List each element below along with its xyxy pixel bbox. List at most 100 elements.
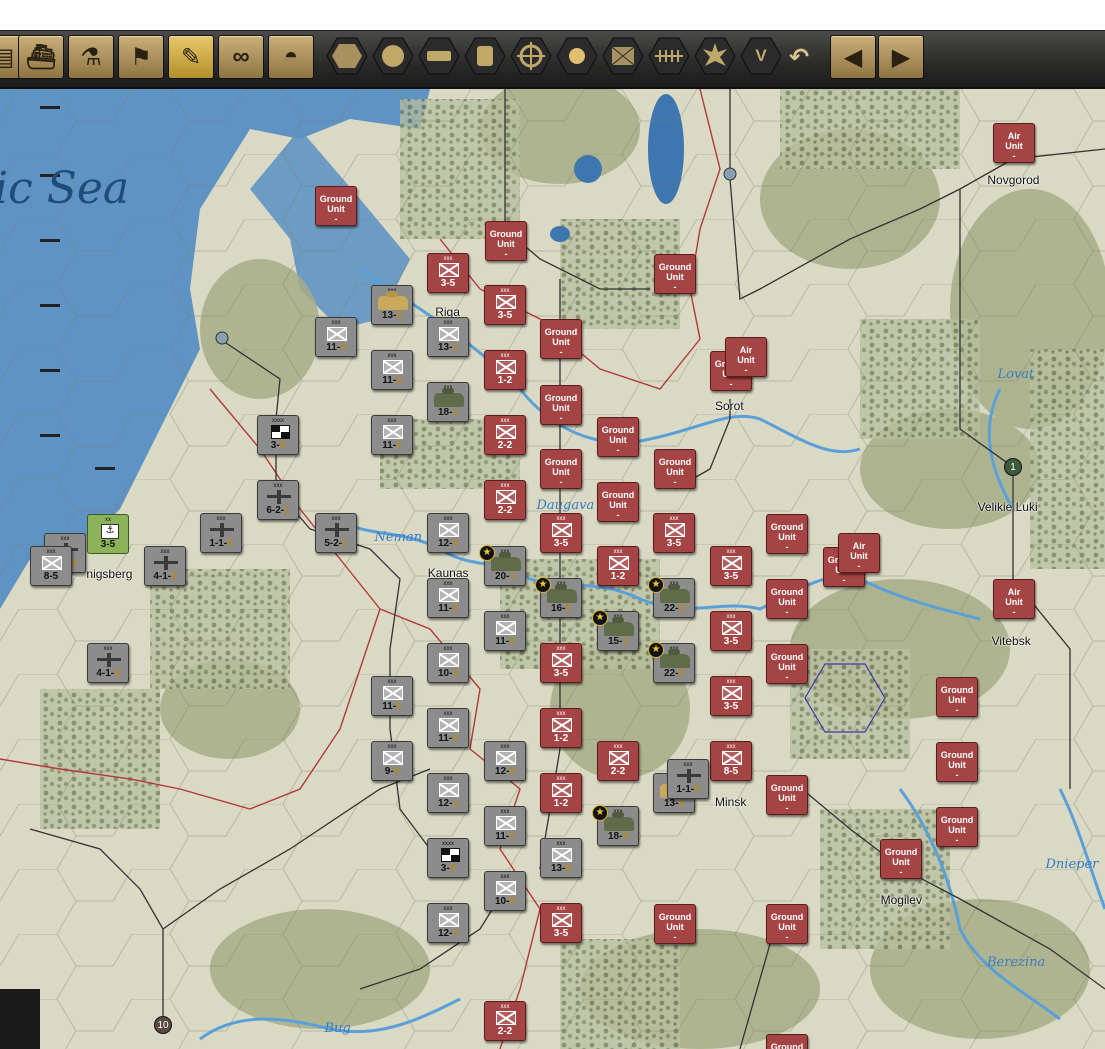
honeycomb-icon[interactable]: [372, 36, 414, 76]
german-unit-counter[interactable]: xxx13-0: [371, 285, 413, 325]
german-unit-counter[interactable]: xxx 12-1: [427, 773, 469, 813]
soviet-infantry-counter[interactable]: xxx 1-2: [597, 546, 639, 586]
ground-unit-counter[interactable]: GroundUnit-: [766, 644, 808, 684]
soviet-infantry-counter[interactable]: xxx 1-2: [540, 708, 582, 748]
soviet-infantry-counter[interactable]: xxx 2-2: [484, 415, 526, 455]
soviet-infantry-counter[interactable]: xxx 3-5: [484, 285, 526, 325]
ground-unit-counter[interactable]: GroundUnit-: [315, 186, 357, 226]
german-unit-counter[interactable]: xxx 12-0: [484, 741, 526, 781]
railway-icon[interactable]: [648, 36, 690, 76]
german-unit-counter[interactable]: xxx 11-1: [371, 676, 413, 716]
soviet-infantry-counter[interactable]: xxx 2-2: [484, 480, 526, 520]
arrow-left-icon[interactable]: ◀: [830, 35, 876, 79]
german-unit-counter[interactable]: xxx15-1★: [592, 610, 639, 651]
soviet-infantry-counter[interactable]: xxx 1-2: [484, 350, 526, 390]
ground-unit-counter[interactable]: GroundUnit-: [766, 1034, 808, 1049]
soviet-infantry-counter[interactable]: xxx 1-2: [540, 773, 582, 813]
ground-unit-counter[interactable]: GroundUnit-: [766, 775, 808, 815]
ground-unit-counter[interactable]: GroundUnit-: [597, 482, 639, 522]
german-unit-counter[interactable]: xxx13-0: [540, 838, 582, 878]
ground-unit-counter[interactable]: GroundUnit-: [540, 319, 582, 359]
german-unit-counter[interactable]: xxx18-4★: [592, 805, 639, 846]
soviet-infantry-counter[interactable]: xxx 3-5: [540, 903, 582, 943]
victory-icon[interactable]: V: [740, 36, 782, 76]
ground-unit-counter[interactable]: GroundUnit-: [654, 449, 696, 489]
german-unit-counter[interactable]: xxx 6-2-1: [257, 480, 299, 520]
german-unit-counter[interactable]: xxx 11-0: [427, 578, 469, 618]
ground-unit-counter[interactable]: GroundUnit-: [936, 677, 978, 717]
notepad-icon[interactable]: ✎: [168, 35, 214, 79]
binoculars-icon[interactable]: ∞: [218, 35, 264, 79]
soviet-infantry-counter[interactable]: xxx 3-5: [653, 513, 695, 553]
soviet-infantry-counter[interactable]: xxx 3-5: [427, 253, 469, 293]
unit-counter-icon[interactable]: [602, 36, 644, 76]
german-unit-counter[interactable]: xxx 12-1: [427, 903, 469, 943]
ground-unit-counter[interactable]: GroundUnit-: [540, 385, 582, 425]
german-unit-counter[interactable]: xxx20-1★: [479, 545, 526, 586]
german-unit-counter[interactable]: xxx 11-1: [484, 806, 526, 846]
german-unit-counter[interactable]: xxx 1-1-0: [200, 513, 242, 553]
microscope-icon[interactable]: ⚗: [68, 35, 114, 79]
explosion-icon[interactable]: [694, 36, 736, 76]
german-unit-counter[interactable]: xxx 11-0: [427, 708, 469, 748]
german-unit-counter[interactable]: xxx 11-0: [484, 611, 526, 651]
german-unit-counter[interactable]: xxx 11-0: [315, 317, 357, 357]
crosshair-icon[interactable]: [510, 36, 552, 76]
ground-unit-counter[interactable]: GroundUnit-: [880, 839, 922, 879]
german-unit-counter[interactable]: xxx 11-0: [371, 350, 413, 390]
german-unit-counter[interactable]: xxx16-0★: [535, 577, 582, 618]
soviet-infantry-counter[interactable]: xxx 8-5: [710, 741, 752, 781]
german-unit-counter[interactable]: xxx 13-1: [427, 317, 469, 357]
soviet-infantry-counter[interactable]: xxx 3-5: [540, 643, 582, 683]
unit-strength-label: 12-0: [437, 538, 458, 549]
ground-unit-counter[interactable]: GroundUnit-: [766, 579, 808, 619]
ground-unit-counter[interactable]: GroundUnit-: [540, 449, 582, 489]
helmet-icon[interactable]: ◓: [268, 35, 314, 79]
soviet-infantry-counter[interactable]: xxx 3-5: [710, 676, 752, 716]
ground-unit-counter[interactable]: GroundUnit-: [654, 904, 696, 944]
german-unit-counter[interactable]: xxx 9-0: [371, 741, 413, 781]
soviet-infantry-counter[interactable]: xxx 3-5: [710, 611, 752, 651]
german-unit-counter[interactable]: xxx 4-1-3: [87, 643, 129, 683]
ground-unit-counter[interactable]: GroundUnit-: [654, 254, 696, 294]
german-unit-counter[interactable]: xxx 8-5: [30, 546, 72, 586]
german-unit-counter[interactable]: xxx 4-1-3: [144, 546, 186, 586]
ground-unit-counter[interactable]: GroundUnit-: [597, 417, 639, 457]
flag-icon[interactable]: ⚑: [118, 35, 164, 79]
air-unit-counter[interactable]: Air Unit -: [838, 533, 880, 573]
german-unit-counter[interactable]: xxx 10-0: [427, 643, 469, 683]
german-unit-counter[interactable]: xxx18-1: [427, 382, 469, 422]
air-unit-counter[interactable]: Air Unit -: [993, 579, 1035, 619]
german-unit-counter[interactable]: xxxx 3-0: [257, 415, 299, 455]
ground-unit-counter[interactable]: GroundUnit-: [485, 221, 527, 261]
soviet-infantry-counter[interactable]: xxx 2-2: [597, 741, 639, 781]
train-icon[interactable]: [418, 36, 460, 76]
german-unit-counter[interactable]: xxx22-0★: [648, 642, 695, 683]
german-unit-counter[interactable]: xxx 12-0: [427, 513, 469, 553]
german-unit-counter[interactable]: xxx22-3★: [648, 577, 695, 618]
german-unit-counter[interactable]: xxx 5-2-1: [315, 513, 357, 553]
unit-type-label: Ground: [770, 522, 804, 532]
soviet-infantry-counter[interactable]: xxx 3-5: [540, 513, 582, 553]
air-unit-counter[interactable]: Air Unit -: [725, 337, 767, 377]
german-unit-counter[interactable]: xxx 10-0: [484, 871, 526, 911]
soviet-infantry-counter[interactable]: xxx 2-2: [484, 1001, 526, 1041]
arrow-right-icon[interactable]: ▶: [878, 35, 924, 79]
undo-icon[interactable]: ↶: [782, 35, 816, 79]
air-unit-counter[interactable]: Air Unit -: [993, 123, 1035, 163]
german-unit-counter[interactable]: xxx 11-1: [371, 415, 413, 455]
ground-unit-counter[interactable]: GroundUnit-: [766, 904, 808, 944]
soviet-infantry-counter[interactable]: xxx 3-5: [710, 546, 752, 586]
coins-icon[interactable]: [464, 36, 506, 76]
finnish-unit-counter[interactable]: xx ⚓ 3-5: [87, 514, 129, 554]
german-unit-counter[interactable]: xxxx 3-2: [427, 838, 469, 878]
german-unit-counter[interactable]: xxx 1-1-0: [667, 759, 709, 799]
game-map[interactable]: ic Sea Riga Kaunas nigsberg Minsk Mogilev Vit…: [0, 89, 1105, 1049]
ground-unit-counter[interactable]: GroundUnit-: [936, 742, 978, 782]
ship-icon[interactable]: ⛴: [18, 35, 64, 79]
unit-type-label: Ground: [940, 815, 974, 825]
hex-icon[interactable]: [326, 36, 368, 76]
ground-unit-counter[interactable]: GroundUnit-: [936, 807, 978, 847]
ground-unit-counter[interactable]: GroundUnit-: [766, 514, 808, 554]
sun-icon[interactable]: [556, 36, 598, 76]
